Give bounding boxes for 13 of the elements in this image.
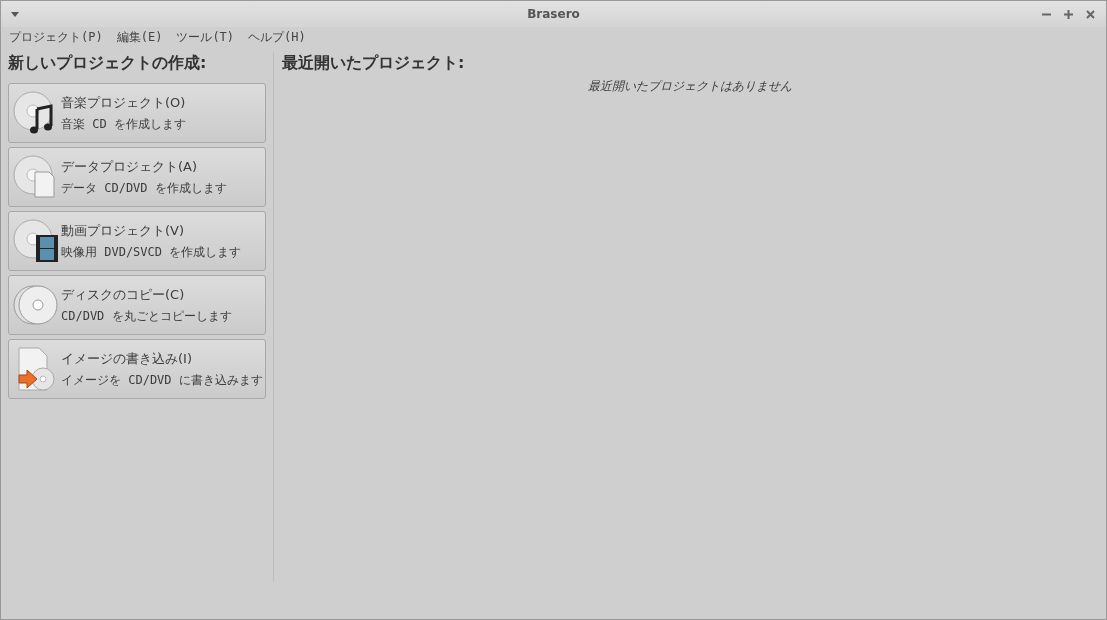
project-button[interactable]: イメージの書き込み(I) イメージを CD/DVD に書き込みます bbox=[8, 339, 266, 399]
project-button[interactable]: ディスクのコピー(C) CD/DVD を丸ごとコピーします bbox=[8, 275, 266, 335]
empty-message: 最近開いたプロジェクトはありません bbox=[588, 78, 792, 95]
section-heading: 最近開いたプロジェクト: bbox=[282, 52, 466, 74]
project-button[interactable]: 動画プロジェクト(V) 映像用 DVD/SVCD を作成します bbox=[8, 211, 266, 271]
menu-item[interactable]: ヘルプ(H) bbox=[248, 29, 306, 46]
project-button[interactable]: 音楽プロジェクト(O) 音楽 CD を作成します bbox=[8, 83, 266, 143]
section-heading: 新しいプロジェクトの作成: bbox=[8, 52, 208, 74]
project-button[interactable]: データプロジェクト(A) データ CD/DVD を作成します bbox=[8, 147, 266, 207]
menu-item[interactable]: プロジェクト(P) bbox=[9, 29, 103, 46]
menu-item[interactable]: ツール(T) bbox=[176, 29, 235, 46]
menu-item[interactable]: 編集(E) bbox=[116, 29, 163, 46]
window-title: Brasero bbox=[527, 7, 580, 21]
